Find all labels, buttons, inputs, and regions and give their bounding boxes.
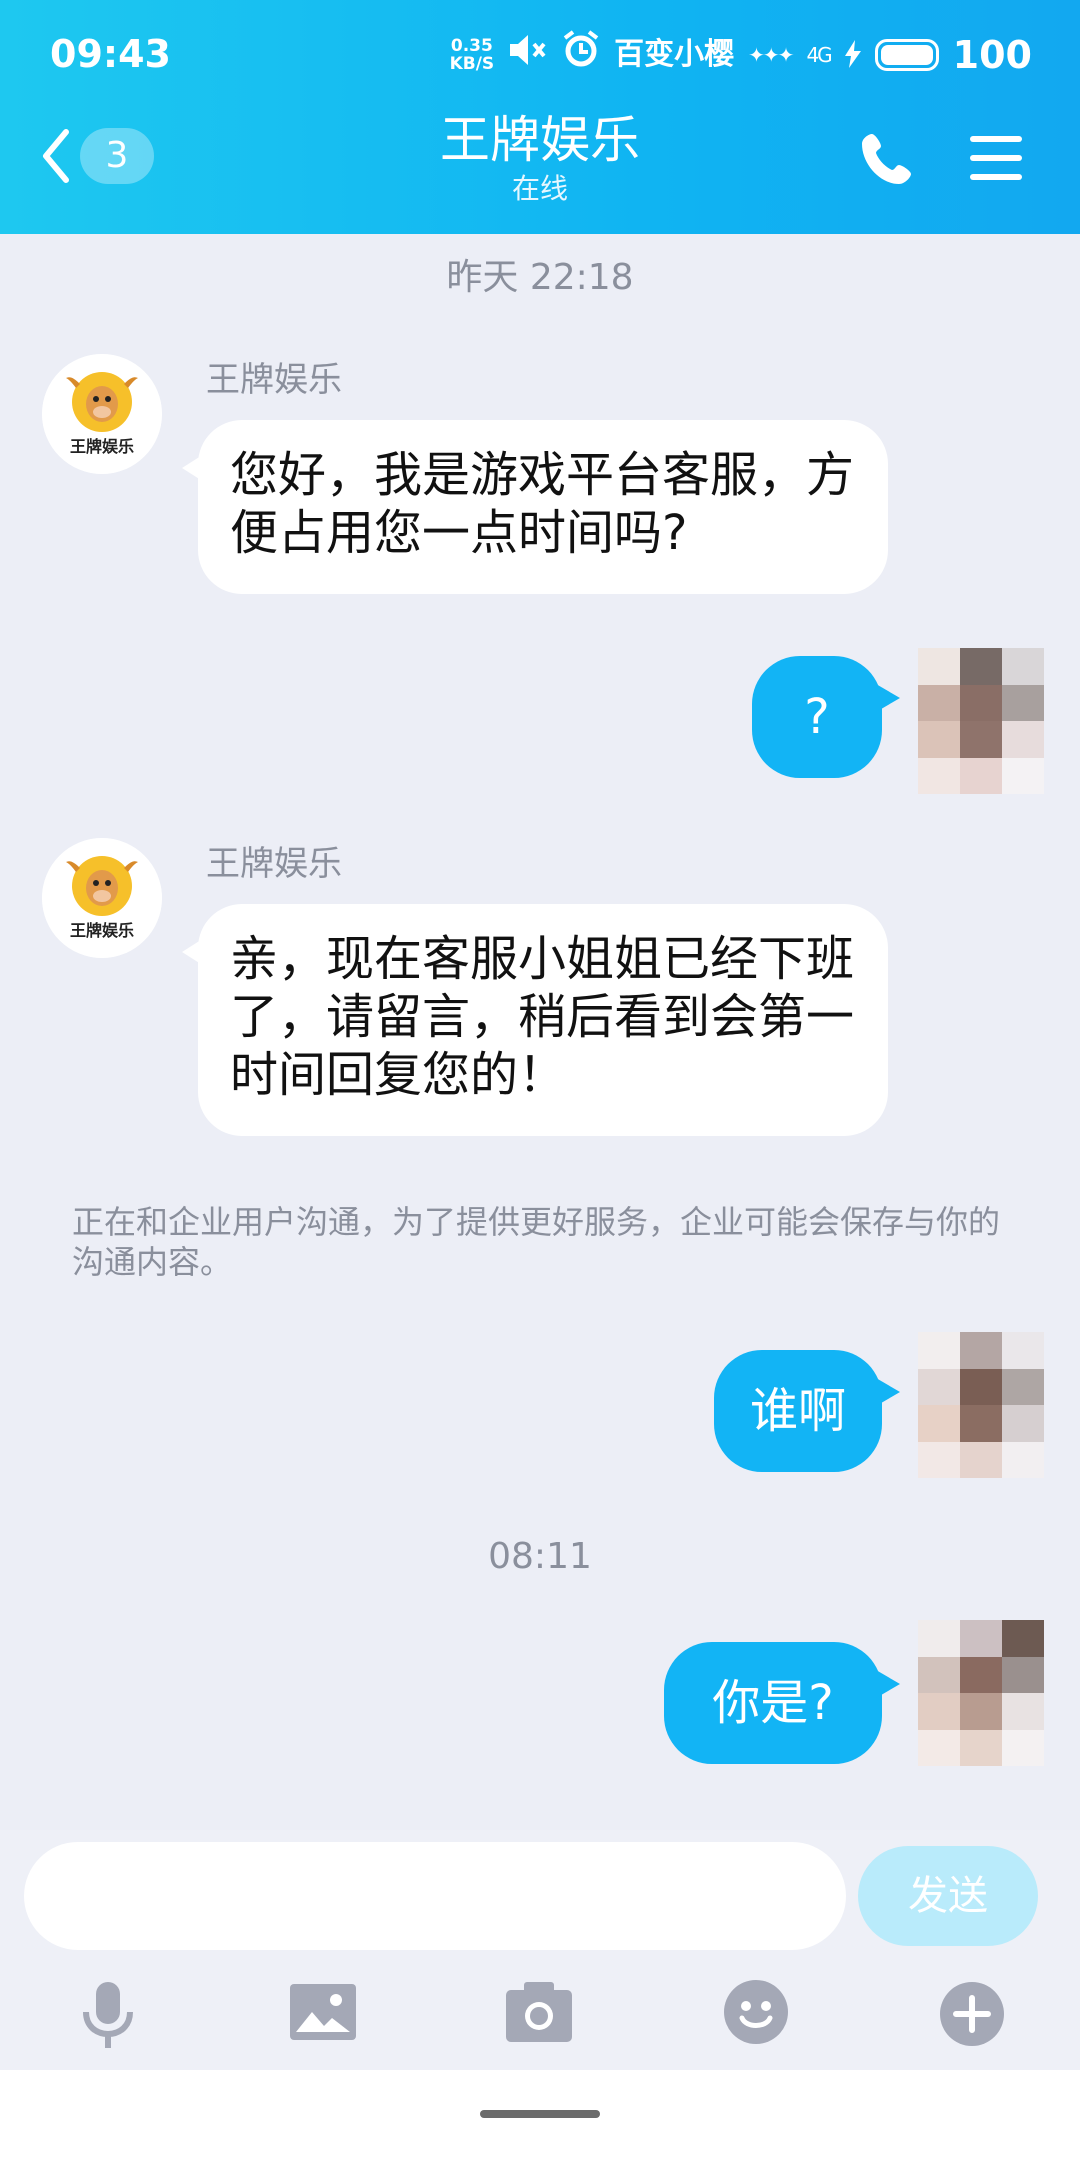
call-button[interactable]: [860, 130, 916, 190]
status-icons: 0.35 KB/S 百变小樱 ✦✦✦ 4G 100: [450, 30, 1032, 79]
network-speed: 0.35 KB/S: [450, 37, 495, 73]
chat-title: 王牌娱乐: [440, 111, 640, 169]
incoming-message[interactable]: 亲，现在客服小姐姐已经下班了，请留言，稍后看到会第一时间回复您的！: [182, 904, 888, 1136]
camera-icon: [506, 1982, 572, 2046]
bull-logo-icon: 王牌娱乐: [42, 354, 162, 474]
online-status: 在线: [511, 172, 568, 205]
home-indicator[interactable]: [480, 2110, 600, 2118]
status-time: 09:43: [50, 32, 171, 76]
image-icon: [290, 1984, 356, 2044]
plus-icon: [940, 1982, 1004, 2050]
phone-icon: [860, 134, 916, 190]
emoji-button[interactable]: [724, 1980, 788, 2048]
speed-value: 0.35: [450, 35, 493, 56]
outgoing-message[interactable]: 谁啊: [714, 1350, 900, 1472]
contact-avatar[interactable]: 王牌娱乐: [42, 838, 162, 958]
incoming-message[interactable]: 您好，我是游戏平台客服，方便占用您一点时间吗?: [182, 420, 888, 594]
system-nav-bar: [0, 2070, 1080, 2160]
network-type: 4G: [806, 42, 832, 67]
battery-icon: [874, 38, 939, 71]
sender-name: 王牌娱乐: [206, 844, 342, 884]
timestamp: 昨天 22:18: [446, 257, 634, 298]
user-avatar[interactable]: [918, 648, 1044, 794]
chat-header: 09:43 0.35 KB/S 百变小樱 ✦✦✦ 4G 100 3 王牌娱乐 在…: [0, 0, 1080, 234]
charging-icon: [844, 31, 861, 79]
battery-level: 100: [952, 32, 1032, 77]
message-input[interactable]: [24, 1842, 846, 1950]
voice-button[interactable]: [80, 1980, 136, 2054]
carrier-name: 百变小樱: [614, 36, 735, 72]
send-button[interactable]: 发送: [858, 1846, 1038, 1946]
outgoing-message[interactable]: ?: [752, 656, 900, 778]
mute-icon: [508, 31, 548, 79]
composer-bar: 发送: [0, 1830, 1080, 2070]
logo-text: 王牌娱乐: [70, 921, 134, 940]
more-button[interactable]: [940, 1982, 1004, 2050]
microphone-icon: [80, 1982, 136, 2054]
emoji-icon: [724, 1980, 788, 2048]
user-avatar[interactable]: [918, 1620, 1044, 1766]
signal-icon: ✦✦✦: [748, 42, 794, 67]
image-button[interactable]: [290, 1984, 356, 2044]
logo-text: 王牌娱乐: [70, 437, 134, 456]
sender-name: 王牌娱乐: [206, 360, 342, 400]
alarm-icon: [562, 30, 600, 79]
menu-button[interactable]: [968, 134, 1024, 186]
user-avatar[interactable]: [918, 1332, 1044, 1478]
bull-logo-icon: 王牌娱乐: [42, 838, 162, 958]
speed-unit: KB/S: [449, 53, 495, 74]
enterprise-notice: 正在和企业用户沟通，为了提供更好服务，企业可能会保存与你的沟通内容。: [72, 1203, 1001, 1281]
contact-avatar[interactable]: 王牌娱乐: [42, 354, 162, 474]
outgoing-message[interactable]: 你是?: [664, 1642, 900, 1764]
timestamp: 08:11: [488, 1536, 592, 1577]
menu-icon: [968, 136, 1024, 186]
camera-button[interactable]: [506, 1980, 572, 2046]
